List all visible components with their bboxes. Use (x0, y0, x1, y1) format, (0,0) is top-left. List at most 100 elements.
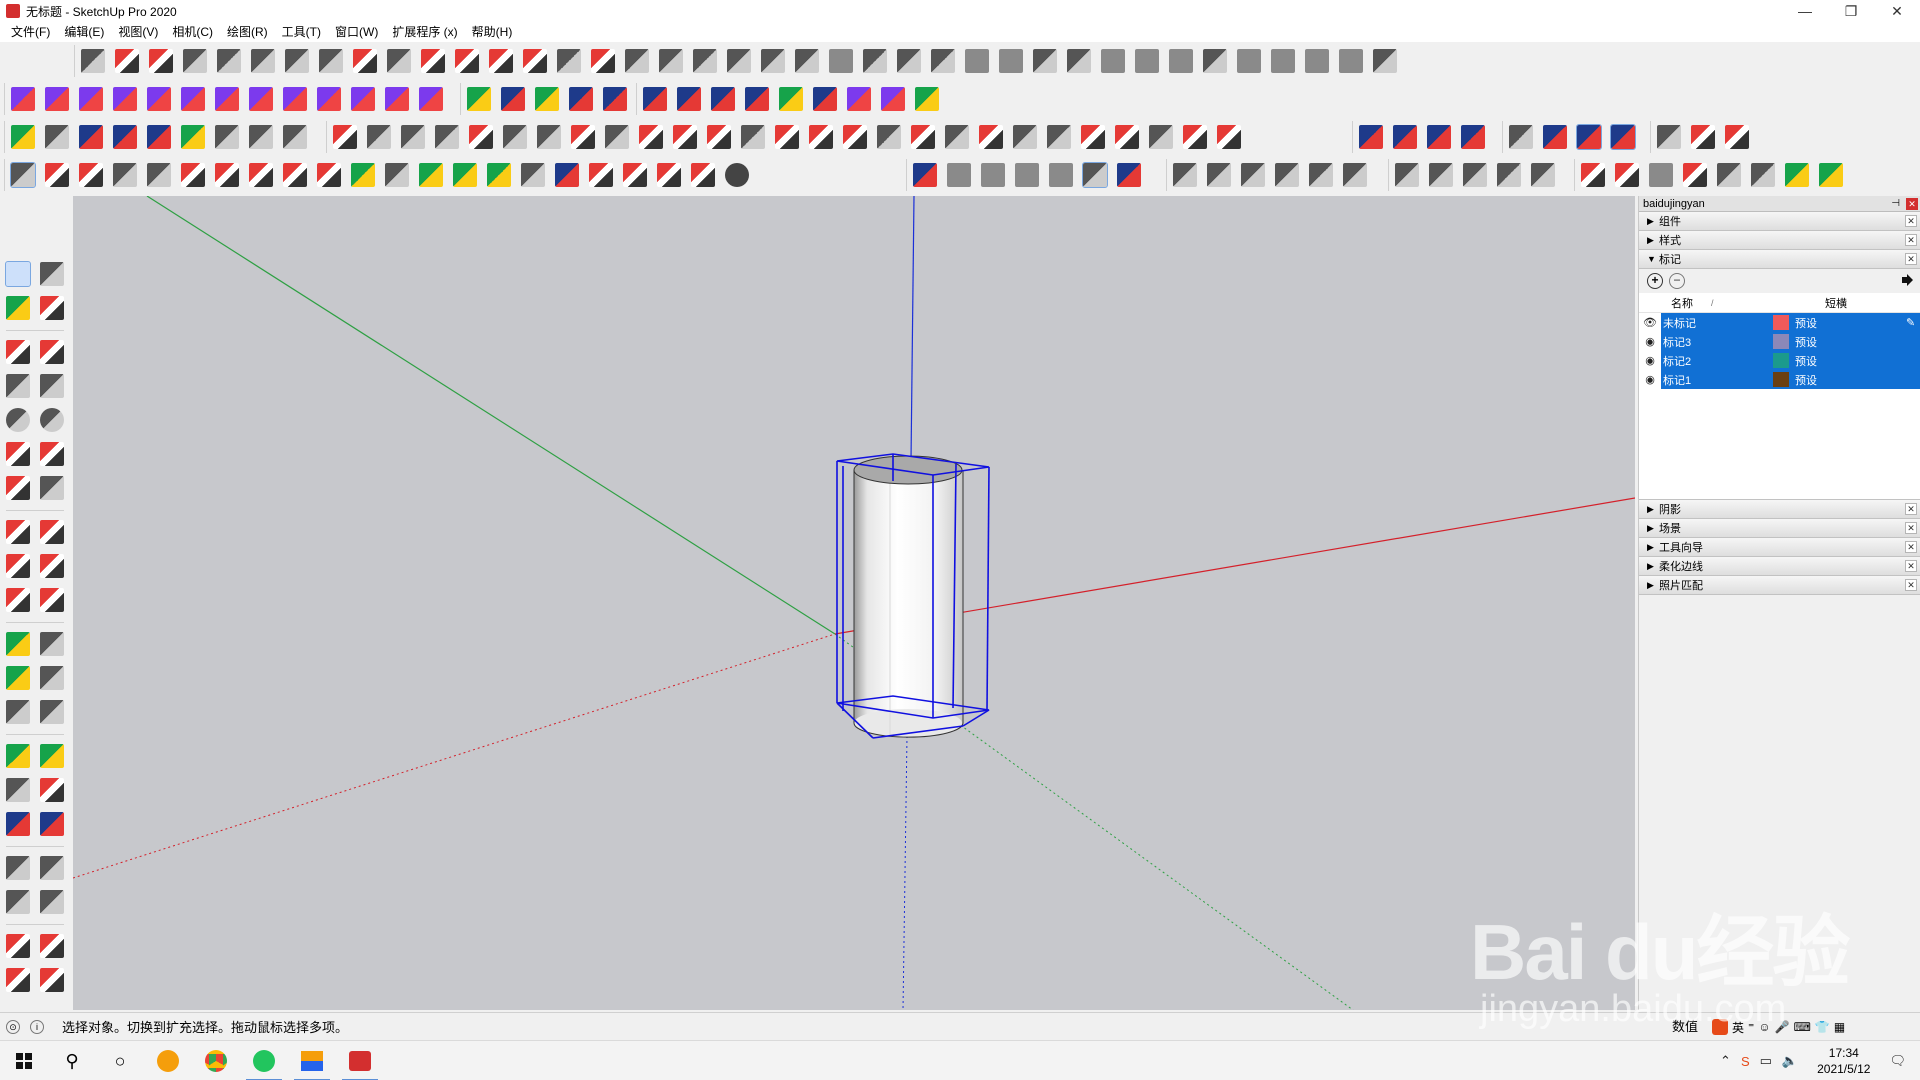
push-3-icon[interactable] (711, 87, 735, 111)
menu-tools[interactable]: 工具(T) (275, 22, 328, 42)
left-icon[interactable] (1343, 163, 1367, 187)
network-icon[interactable] (1819, 163, 1843, 187)
walk-left-icon[interactable] (6, 890, 30, 914)
ruby-left-icon[interactable] (40, 968, 64, 992)
tag-row[interactable]: ◉ 标记3 预设 (1639, 332, 1920, 351)
punctuation-icon[interactable]: ⁼ (1748, 1020, 1754, 1034)
panel-close-button[interactable]: ✕ (1905, 234, 1917, 246)
user-account-icon[interactable] (725, 163, 749, 187)
orbit-tool-icon[interactable] (453, 163, 477, 187)
weave-tool-icon[interactable] (1237, 49, 1261, 73)
wireframe-icon[interactable] (981, 163, 1005, 187)
select-icon[interactable] (5, 261, 31, 287)
zoom-window-left-icon[interactable] (40, 778, 64, 802)
layer-3-icon[interactable] (1427, 125, 1451, 149)
network-icon[interactable]: ▭ (1760, 1053, 1772, 1069)
position-camera-left-icon[interactable] (6, 856, 30, 880)
move-icon[interactable] (6, 520, 30, 544)
ext-b17-icon[interactable] (877, 125, 901, 149)
two-point-arc-icon[interactable] (40, 442, 64, 466)
ext-b25-icon[interactable] (1149, 125, 1173, 149)
3d-text-icon[interactable] (40, 700, 64, 724)
text-tool-icon[interactable] (385, 163, 409, 187)
select-tool-icon[interactable] (10, 162, 36, 188)
eye-icon[interactable]: ◉ (1639, 354, 1661, 367)
menu-draw[interactable]: 绘图(R) (220, 22, 275, 42)
tag-color-swatch[interactable] (1773, 372, 1789, 387)
line-icon[interactable] (6, 340, 30, 364)
eraser-icon[interactable] (40, 296, 64, 320)
push-4-icon[interactable] (745, 87, 769, 111)
pencil-tool-icon[interactable] (79, 163, 103, 187)
mesh-tool-icon[interactable] (965, 49, 989, 73)
stripe-tool-icon[interactable] (1169, 49, 1193, 73)
volume-icon[interactable]: 🔈 (1782, 1053, 1798, 1069)
ext-b2-icon[interactable] (367, 125, 391, 149)
circle-icon[interactable] (6, 408, 30, 432)
solid-1-icon[interactable] (1581, 163, 1605, 187)
push-1-icon[interactable] (643, 87, 667, 111)
panel-close-button[interactable]: ✕ (1905, 541, 1917, 553)
eraser-tool-icon[interactable] (45, 163, 69, 187)
menu-camera[interactable]: 相机(C) (165, 22, 220, 42)
wave-tool-icon[interactable] (1305, 49, 1329, 73)
info-icon[interactable]: i (30, 1019, 44, 1034)
line-tool-icon[interactable] (115, 49, 139, 73)
ext-b6-icon[interactable] (503, 125, 527, 149)
panel-close-button[interactable]: ✕ (1905, 522, 1917, 534)
notification-icon[interactable]: 🗨 (1889, 1053, 1906, 1069)
panel-close-button[interactable]: ✕ (1905, 503, 1917, 515)
tag-row[interactable]: 👁 未标记 预设 ✎ (1639, 313, 1920, 332)
look-around-icon[interactable] (249, 125, 273, 149)
clock[interactable]: 17:34 2021/5/12 (1817, 1045, 1870, 1077)
curve-tool-2-icon[interactable] (45, 87, 69, 111)
ime-language[interactable]: 英 (1732, 1019, 1744, 1036)
minimize-button[interactable]: — (1782, 0, 1828, 22)
section-plane-left-icon[interactable] (40, 890, 64, 914)
dimension-icon[interactable] (40, 632, 64, 656)
wave-curve-icon[interactable] (317, 87, 341, 111)
move-tool-icon[interactable] (249, 163, 273, 187)
back-icon[interactable] (1309, 163, 1333, 187)
layer-1-icon[interactable] (1359, 125, 1383, 149)
zoom-extents-tool-icon[interactable] (555, 163, 579, 187)
tag-dash[interactable]: 预设 (1795, 315, 1906, 331)
tag-color-swatch[interactable] (1773, 315, 1789, 330)
tag-color-swatch[interactable] (1773, 334, 1789, 349)
curve-tool-6-icon[interactable] (181, 87, 205, 111)
chrome-icon[interactable] (192, 1041, 240, 1080)
sort-icon[interactable]: / (1711, 298, 1725, 308)
app-icon-3[interactable] (288, 1041, 336, 1080)
ext-b18-icon[interactable] (911, 125, 935, 149)
hidden-line-icon[interactable] (1015, 163, 1039, 187)
hatch-tool-icon[interactable] (1101, 49, 1125, 73)
menu-window[interactable]: 窗口(W) (328, 22, 385, 42)
bend-tool-icon[interactable] (285, 49, 309, 73)
beam-tool-icon[interactable] (897, 49, 921, 73)
ext-b22-icon[interactable] (1047, 125, 1071, 149)
fillet-tool-icon[interactable] (455, 49, 479, 73)
zoom-extents-icon[interactable] (113, 125, 137, 149)
top-icon[interactable] (1207, 163, 1231, 187)
loft-tool-icon[interactable] (387, 49, 411, 73)
rectangle-tool-icon[interactable] (113, 163, 137, 187)
draw-tool-icon[interactable] (81, 49, 105, 73)
orbit-left-icon[interactable] (6, 744, 30, 768)
protractor-icon[interactable] (6, 666, 30, 690)
ext-b26-icon[interactable] (1183, 125, 1207, 149)
send-to-layout-left-icon[interactable] (6, 968, 30, 992)
extension-warehouse-left-icon[interactable] (40, 934, 64, 958)
solid-tool-icon[interactable] (353, 49, 377, 73)
scale-icon[interactable] (6, 588, 30, 612)
walk-icon[interactable] (283, 125, 307, 149)
hand-tool-icon[interactable] (693, 49, 717, 73)
ext-b24-icon[interactable] (1115, 125, 1139, 149)
ext-b7-icon[interactable] (537, 125, 561, 149)
section-display-icon[interactable] (1429, 163, 1453, 187)
section-misc-icon[interactable] (1531, 163, 1555, 187)
follow-me-icon[interactable] (40, 554, 64, 578)
front-icon[interactable] (1241, 163, 1265, 187)
ext-b19-icon[interactable] (945, 125, 969, 149)
rafter-tool-icon[interactable] (931, 49, 955, 73)
chevron-up-icon[interactable]: ⌃ (1720, 1053, 1731, 1069)
